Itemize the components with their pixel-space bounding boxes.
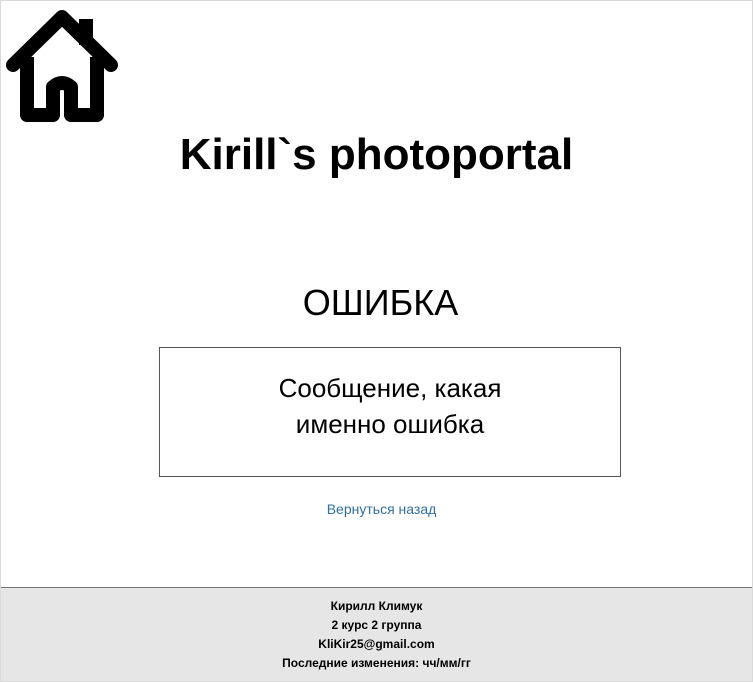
error-message: Сообщение, какая именно ошибка <box>160 370 620 442</box>
error-message-line-1: Сообщение, какая <box>278 373 502 403</box>
home-button[interactable] <box>3 7 121 125</box>
back-link[interactable]: Вернуться назад <box>1 501 753 517</box>
footer-email: KliKir25@gmail.com <box>318 637 435 651</box>
site-title: Kirill`s photoportal <box>179 130 574 179</box>
error-message-box: Сообщение, какая именно ошибка <box>159 347 621 477</box>
footer: Кирилл Климук 2 курс 2 группа KliKir25@g… <box>1 587 752 681</box>
house-icon <box>6 10 118 122</box>
error-heading: ОШИБКА <box>302 282 459 323</box>
footer-group: 2 курс 2 группа <box>331 618 422 632</box>
error-message-line-2: именно ошибка <box>295 409 485 439</box>
footer-last-modified: Последние изменения: чч/мм/гг <box>282 656 471 670</box>
page: Kirill`s photoportal ОШИБКА Сообщение, к… <box>0 0 753 682</box>
footer-author-name: Кирилл Климук <box>330 599 423 613</box>
